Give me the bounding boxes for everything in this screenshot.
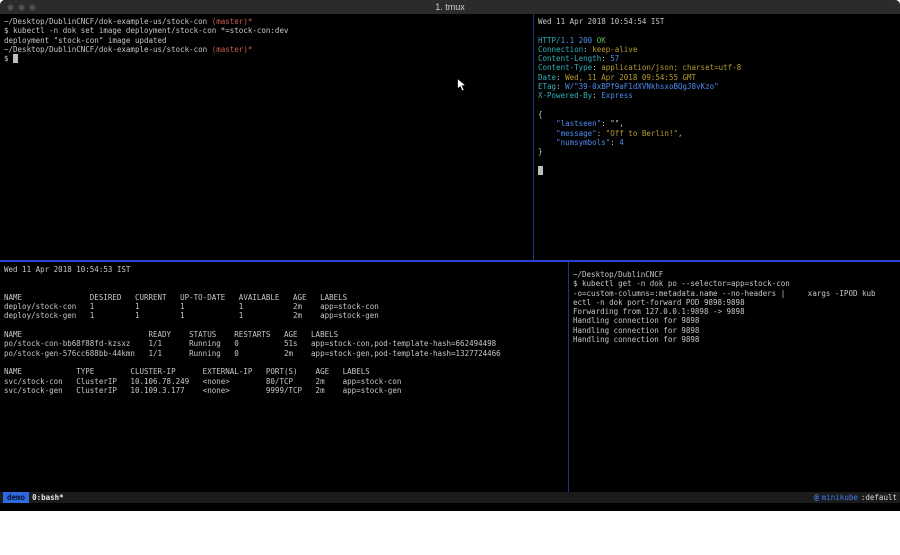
window-title: 1. tmux <box>435 0 465 14</box>
terminal-line: ~/Desktop/DublinCNCF <box>573 270 896 279</box>
session-name-badge[interactable]: demo <box>3 492 29 503</box>
terminal-line: } <box>538 147 896 156</box>
terminal-line: NAME TYPE CLUSTER-IP EXTERNAL-IP PORT(S)… <box>4 367 564 376</box>
terminal-line: Wed 11 Apr 2018 10:54:54 IST <box>538 17 896 26</box>
status-left: demo 0:bash* <box>3 492 64 503</box>
terminal-line: Handling connection for 9898 <box>573 316 896 325</box>
terminal-line: -o=custom-columns=:metadata.name --no-he… <box>573 289 896 298</box>
terminal-line: { <box>538 110 896 119</box>
status-right: @minikube:default <box>814 492 897 503</box>
terminal-line: Content-Type: application/json; charset=… <box>538 63 896 72</box>
terminal-line <box>538 166 896 175</box>
terminal-line: deployment "stock-con" image updated <box>4 36 529 45</box>
terminal-line: NAME DESIRED CURRENT UP-TO-DATE AVAILABL… <box>4 293 564 302</box>
terminal-line: Connection: keep-alive <box>538 45 896 54</box>
close-button[interactable] <box>7 4 14 11</box>
terminal-line: HTTP/1.1 200 OK <box>538 36 896 45</box>
terminal-line: ~/Desktop/DublinCNCF/dok-example-us/stoc… <box>4 17 529 26</box>
terminal-line: po/stock-gen-576cc688bb-44kmn 1/1 Runnin… <box>4 349 564 358</box>
terminal-line: Date: Wed, 11 Apr 2018 09:54:55 GMT <box>538 73 896 82</box>
terminal-line: "lastseen": "", <box>538 119 896 128</box>
terminal-line: Handling connection for 9898 <box>573 335 896 344</box>
terminal-line: ectl -n dok port-forward POD 9898:9898 <box>573 298 896 307</box>
window-titlebar[interactable]: 1. tmux <box>0 0 900 14</box>
pane-port-forward[interactable]: ~/Desktop/DublinCNCF$ kubectl get -n dok… <box>569 262 900 492</box>
tmux-status-bar: demo 0:bash* @minikube:default <box>0 492 900 503</box>
terminal-line <box>538 101 896 110</box>
terminal-line: Content-Length: 57 <box>538 54 896 63</box>
pane-shell-deploy[interactable]: ~/Desktop/DublinCNCF/dok-example-us/stoc… <box>0 14 533 260</box>
mouse-pointer-icon <box>457 78 467 92</box>
terminal-line: "numsymbols": 4 <box>538 138 896 147</box>
terminal-line: Forwarding from 127.0.0.1:9898 -> 9898 <box>573 307 896 316</box>
terminal-line: $ <box>4 54 529 63</box>
minimize-button[interactable] <box>18 4 25 11</box>
kube-context-icon: @ <box>814 492 819 503</box>
terminal-line <box>4 274 564 283</box>
window-bottom-filler <box>0 503 900 511</box>
terminal-line: svc/stock-con ClusterIP 10.106.78.249 <n… <box>4 377 564 386</box>
pane-http-response[interactable]: Wed 11 Apr 2018 10:54:54 IST HTTP/1.1 20… <box>534 14 900 260</box>
terminal-line: ~/Desktop/DublinCNCF/dok-example-us/stoc… <box>4 45 529 54</box>
kube-context-name: minikube <box>822 492 858 503</box>
kube-context-namespace: :default <box>861 492 897 503</box>
terminal-window: 1. tmux ~/Desktop/DublinCNCF/dok-example… <box>0 0 900 511</box>
terminal-line <box>4 358 564 367</box>
active-window-label[interactable]: 0:bash* <box>32 492 64 503</box>
terminal-line: X-Powered-By: Express <box>538 91 896 100</box>
terminal-line: Handling connection for 9898 <box>573 326 896 335</box>
terminal-line: ETag: W/"39-0xBPf9aF1dXVNkhsxoBQgJ8vKzo" <box>538 82 896 91</box>
terminal-line: $ kubectl get -n dok po --selector=app=s… <box>573 279 896 288</box>
terminal-line <box>4 321 564 330</box>
terminal-line <box>4 284 564 293</box>
terminal-line: $ kubectl -n dok set image deployment/st… <box>4 26 529 35</box>
pane-kubectl-resources[interactable]: Wed 11 Apr 2018 10:54:53 IST NAME DESIRE… <box>0 262 568 492</box>
terminal-line: deploy/stock-gen 1 1 1 1 2m app=stock-ge… <box>4 311 564 320</box>
zoom-button[interactable] <box>29 4 36 11</box>
traffic-lights <box>7 4 36 11</box>
terminal-line <box>538 26 896 35</box>
terminal-line: NAME READY STATUS RESTARTS AGE LABELS <box>4 330 564 339</box>
tmux-pane-grid: ~/Desktop/DublinCNCF/dok-example-us/stoc… <box>0 14 900 492</box>
terminal-line: Wed 11 Apr 2018 10:54:53 IST <box>4 265 564 274</box>
terminal-line: po/stock-con-bb68f88fd-kzsxz 1/1 Running… <box>4 339 564 348</box>
terminal-line: svc/stock-gen ClusterIP 10.109.3.177 <no… <box>4 386 564 395</box>
terminal-line <box>538 156 896 165</box>
terminal-line: deploy/stock-con 1 1 1 1 2m app=stock-co… <box>4 302 564 311</box>
terminal-line: "message": "Off to Berlin!", <box>538 129 896 138</box>
